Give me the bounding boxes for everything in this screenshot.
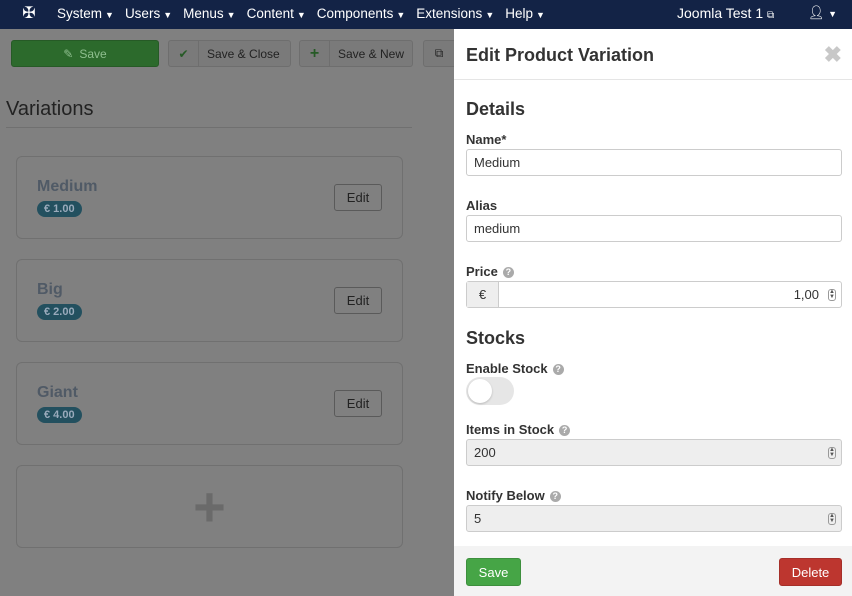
edit-icon: ✎: [63, 46, 74, 61]
variation-card: Big € 2.00 Edit: [16, 259, 403, 342]
variation-name: Medium: [37, 178, 98, 195]
panel-save-button[interactable]: Save: [466, 558, 521, 586]
name-input[interactable]: Medium: [466, 149, 842, 176]
notify-below-input[interactable]: 5 ▲ ▼: [466, 505, 842, 532]
plus-icon: +: [193, 475, 226, 538]
menu-extensions[interactable]: Extensions ▼: [416, 6, 494, 21]
enable-stock-toggle[interactable]: [466, 377, 514, 405]
items-in-stock-input[interactable]: 200 ▲ ▼: [466, 439, 842, 466]
edit-variation-panel: Edit Product Variation ✖ Details Name* M…: [454, 29, 852, 596]
variation-card: Giant € 4.00 Edit: [16, 362, 403, 445]
variation-card: Medium € 1.00 Edit: [16, 156, 403, 239]
external-link-icon: ⧉: [767, 10, 775, 21]
help-icon[interactable]: ?: [502, 267, 514, 278]
delete-button[interactable]: Delete: [779, 558, 842, 586]
copy-icon: ⧉: [434, 46, 444, 60]
menu-menus[interactable]: Menus ▼: [183, 6, 235, 21]
variation-name: Big: [37, 281, 63, 298]
spinner-icon[interactable]: ▲ ▼: [828, 289, 836, 301]
currency-addon: €: [467, 282, 499, 307]
stocks-heading: Stocks: [466, 328, 526, 348]
help-icon[interactable]: ?: [559, 425, 571, 436]
save-close-button[interactable]: ✔ Save & Close: [168, 40, 291, 67]
main-menu: System ▼ Users ▼ Menus ▼ Content ▼ Component…: [57, 6, 545, 21]
page-title: Variations: [6, 98, 94, 120]
edit-button[interactable]: Edit: [334, 287, 382, 314]
plus-icon: +: [300, 41, 330, 66]
menu-help[interactable]: Help ▼: [505, 6, 545, 21]
enable-stock-label: Enable Stock?: [466, 361, 564, 376]
spinner-icon[interactable]: ▲ ▼: [828, 513, 836, 525]
help-icon[interactable]: ?: [549, 491, 561, 502]
check-icon: ✔: [169, 41, 199, 66]
panel-footer: Save Delete: [454, 546, 852, 596]
joomla-logo-icon[interactable]: ✠: [20, 5, 38, 23]
spinner-icon[interactable]: ▲ ▼: [828, 447, 836, 459]
price-label: Price?: [466, 264, 514, 279]
menu-content[interactable]: Content ▼: [247, 6, 306, 21]
divider: [6, 127, 412, 128]
price-input[interactable]: € 1,00 ▲ ▼: [466, 281, 842, 308]
save-button[interactable]: ✎ Save: [11, 40, 159, 67]
menu-users[interactable]: Users ▼: [125, 6, 172, 21]
items-in-stock-label: Items in Stock?: [466, 422, 571, 437]
details-heading: Details: [466, 99, 526, 119]
close-icon[interactable]: ✖: [824, 42, 842, 68]
price-badge: € 1.00: [37, 201, 82, 217]
edit-button[interactable]: Edit: [334, 390, 382, 417]
alias-label: Alias: [466, 198, 498, 213]
alias-input[interactable]: medium: [466, 215, 842, 242]
site-name: Joomla Test 1: [677, 5, 764, 21]
help-icon[interactable]: ?: [552, 364, 564, 375]
panel-header: Edit Product Variation ✖: [454, 29, 852, 80]
top-navbar: ✠ System ▼ Users ▼ Menus ▼ Content ▼ Compone…: [0, 0, 852, 29]
toggle-knob: [468, 379, 492, 403]
price-value: 1,00: [793, 287, 819, 302]
menu-system[interactable]: System ▼: [57, 6, 114, 21]
edit-button[interactable]: Edit: [334, 184, 382, 211]
price-badge: € 2.00: [37, 304, 82, 320]
price-badge: € 4.00: [37, 407, 82, 423]
site-link[interactable]: Joomla Test 1 ⧉: [677, 5, 774, 21]
notify-below-label: Notify Below?: [466, 488, 561, 503]
user-menu[interactable]: 👤︎ ▼: [808, 5, 837, 21]
save-new-button[interactable]: + Save & New: [299, 40, 413, 67]
panel-title: Edit Product Variation: [466, 45, 655, 65]
menu-components[interactable]: Components ▼: [317, 6, 405, 21]
variation-name: Giant: [37, 384, 78, 401]
name-label: Name*: [466, 132, 507, 147]
add-variation-button[interactable]: +: [16, 465, 403, 548]
user-icon: 👤︎: [808, 5, 826, 20]
